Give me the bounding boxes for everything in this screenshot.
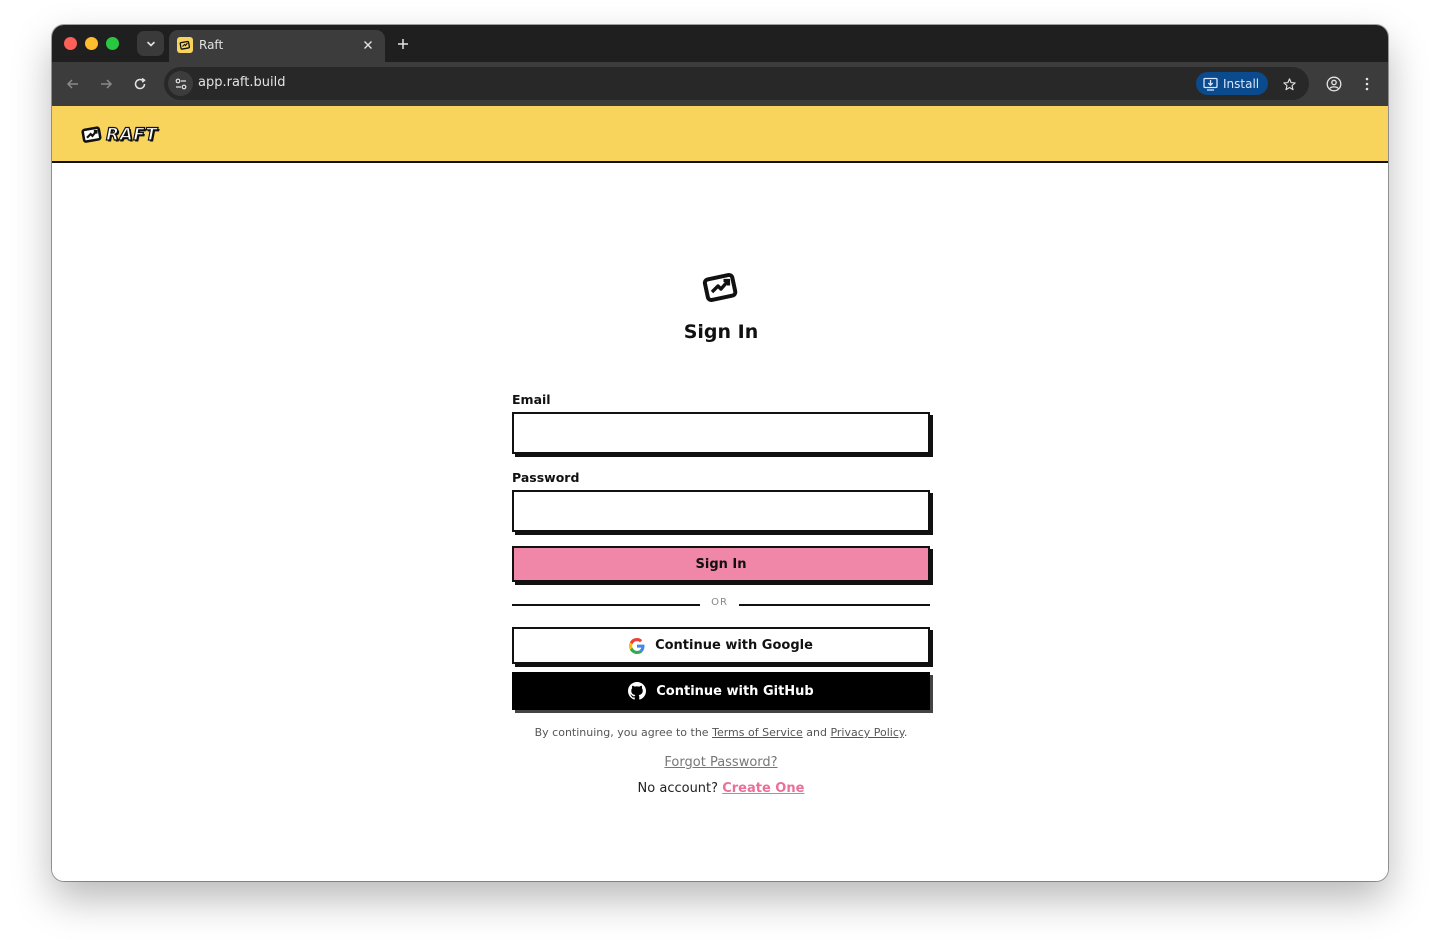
email-label: Email [512,392,551,407]
arrow-right-icon [101,79,113,89]
terms-suffix: . [903,726,908,739]
tab-strip: Raft [52,25,1388,62]
email-field[interactable] [512,412,930,454]
tab-search-button[interactable] [137,31,164,56]
brand-logo[interactable]: RAFT [81,124,158,146]
app-header: RAFT [52,106,1388,163]
divider-line-left [512,604,700,606]
terms-and: and [806,726,827,739]
browser-window: Raft app.raft.build Install RAFT Sign In… [52,25,1388,881]
more-vertical-icon [1365,77,1369,91]
forward-button[interactable] [94,72,118,96]
plus-icon [398,39,408,49]
url-text: app.raft.build [198,75,286,90]
browser-menu-button[interactable] [1355,72,1379,96]
profile-button[interactable] [1322,72,1346,96]
tab-close-button[interactable] [359,36,377,54]
minimize-window-button[interactable] [85,37,98,50]
sign-in-button[interactable]: Sign In [512,546,930,582]
password-field[interactable] [512,490,930,532]
tune-icon [175,78,186,89]
continue-with-github-button[interactable]: Continue with GitHub [512,672,930,710]
install-app-button[interactable]: Install [1196,72,1268,95]
google-icon [629,637,645,654]
close-icon [364,41,372,49]
no-account-row: No account? Create One [512,781,930,796]
install-icon [1203,77,1218,91]
continue-with-google-button[interactable]: Continue with Google [512,627,930,664]
forgot-password-link[interactable]: Forgot Password? [664,755,777,770]
raft-logo-icon [702,272,738,303]
page-title: Sign In [683,321,759,343]
star-icon [1282,77,1296,90]
address-bar[interactable]: app.raft.build Install [164,67,1309,100]
terms-of-service-link[interactable]: Terms of Service [712,726,803,739]
terms-notice: By continuing, you agree to the Terms of… [482,726,960,739]
reload-icon [134,77,146,90]
github-icon [628,682,647,700]
brand-wordmark: RAFT [105,124,158,145]
raft-favicon-icon [177,37,193,53]
divider-line-right [739,604,930,606]
no-account-text: No account? [637,781,719,796]
terms-prefix: By continuing, you agree to the [534,726,709,739]
or-divider: OR [512,597,930,611]
main-content: Sign In Email Password Sign In OR Contin… [52,163,1388,881]
password-label: Password [512,470,580,485]
account-circle-icon [1326,76,1342,92]
github-button-label: Continue with GitHub [656,683,814,699]
privacy-policy-link[interactable]: Privacy Policy [830,726,903,739]
forgot-password-row: Forgot Password? [512,755,930,770]
divider-text: OR [711,597,728,608]
chevron-down-icon [146,41,155,47]
arrow-left-icon [66,79,78,89]
site-info-button[interactable] [168,71,193,96]
tab-title: Raft [199,38,224,52]
browser-tab-active[interactable]: Raft [169,30,385,62]
close-window-button[interactable] [64,37,77,50]
back-button[interactable] [61,72,85,96]
google-button-label: Continue with Google [655,638,813,653]
maximize-window-button[interactable] [106,37,119,50]
browser-toolbar: app.raft.build Install [52,62,1388,106]
reload-button[interactable] [128,72,152,96]
raft-logo-icon [81,126,102,143]
bookmark-button[interactable] [1277,72,1301,96]
create-account-link[interactable]: Create One [722,781,804,796]
install-label: Install [1223,76,1260,91]
sign-in-button-label: Sign In [695,556,747,572]
new-tab-button[interactable] [392,33,414,55]
